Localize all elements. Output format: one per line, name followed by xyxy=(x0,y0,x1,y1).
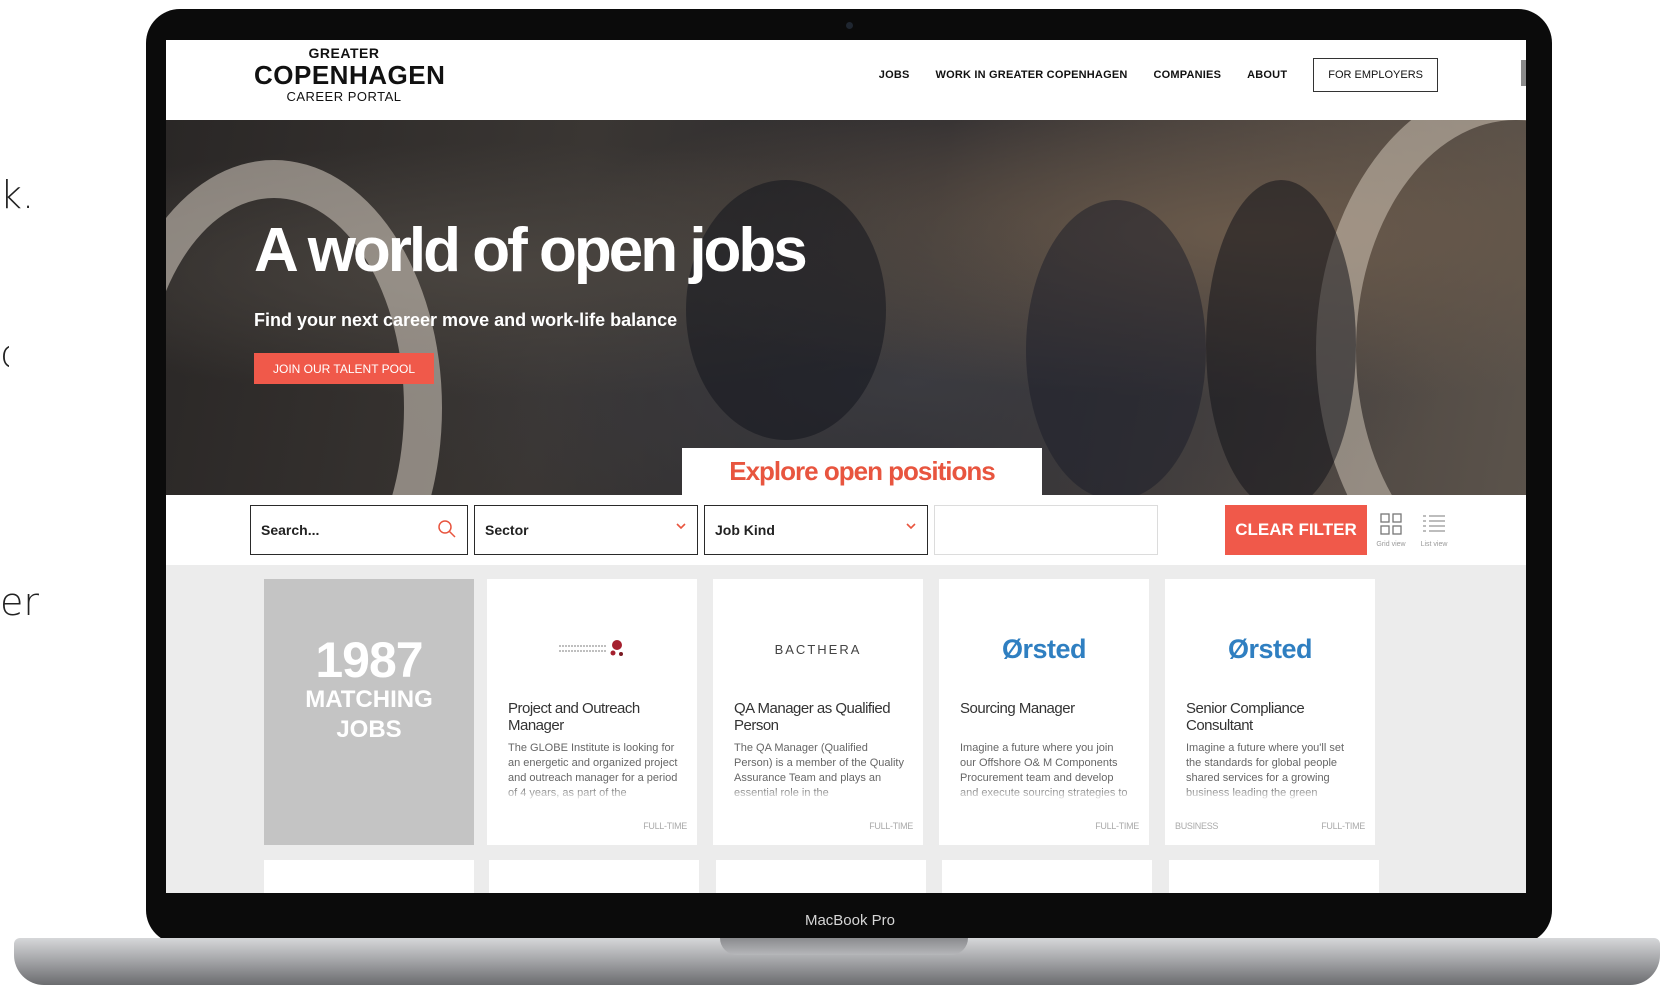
job-type-badge: FULL-TIME xyxy=(869,821,913,831)
chevron-down-icon xyxy=(906,523,916,530)
main-nav: JOBS WORK IN GREATER COPENHAGEN COMPANIE… xyxy=(879,58,1438,92)
nav-companies[interactable]: COMPANIES xyxy=(1154,69,1222,81)
hero-photo-shape xyxy=(1206,180,1356,495)
list-icon xyxy=(1423,515,1445,532)
side-text-3: er xyxy=(0,583,40,621)
university-seal-icon xyxy=(559,640,623,656)
company-logo: BACTHERA xyxy=(713,629,923,669)
job-title[interactable]: Sourcing Manager xyxy=(960,700,1130,717)
job-type-badge: FULL-TIME xyxy=(1095,821,1139,831)
list-view-toggle[interactable]: List view xyxy=(1414,513,1454,548)
for-employers-button[interactable]: FOR EMPLOYERS xyxy=(1313,58,1438,92)
hero-banner: A world of open jobs Find your next care… xyxy=(166,120,1526,495)
hero-title: A world of open jobs xyxy=(254,216,808,285)
search-placeholder: Search... xyxy=(261,522,320,538)
location-field[interactable] xyxy=(934,505,1158,555)
job-kind-select[interactable]: Job Kind xyxy=(704,505,928,555)
company-name: BACTHERA xyxy=(774,641,862,657)
job-card[interactable]: Ørsted Sourcing Manager Imagine a future… xyxy=(939,579,1149,845)
job-card[interactable]: Project and Outreach Manager The GLOBE I… xyxy=(487,579,697,845)
job-kind-label: Job Kind xyxy=(715,522,775,538)
grid-view-toggle[interactable]: Grid view xyxy=(1371,513,1411,548)
scrollbar[interactable] xyxy=(1521,60,1526,86)
job-title[interactable]: Senior Compliance Consultant xyxy=(1186,700,1356,734)
search-icon xyxy=(438,520,456,538)
nav-jobs[interactable]: JOBS xyxy=(879,69,910,81)
company-name: Ørsted xyxy=(1227,633,1313,664)
job-title[interactable]: QA Manager as Qualified Person xyxy=(734,700,904,734)
job-description: The GLOBE Institute is looking for an en… xyxy=(508,741,680,801)
chevron-down-icon xyxy=(676,523,686,530)
job-card[interactable]: BACTHERA QA Manager as Qualified Person … xyxy=(713,579,923,845)
grid-icon xyxy=(1380,513,1402,535)
job-type-badge: FULL-TIME xyxy=(1321,821,1365,831)
list-view-label: List view xyxy=(1420,541,1448,548)
company-logo: Ørsted xyxy=(1165,629,1375,669)
nav-work-in-greater-copenhagen[interactable]: WORK IN GREATER COPENHAGEN xyxy=(936,69,1128,81)
company-logo: Ørsted xyxy=(939,629,1149,669)
laptop-screen: GREATER COPENHAGEN CAREER PORTAL JOBS WO… xyxy=(166,40,1526,893)
job-card[interactable]: Ørsted Senior Compliance Consultant Imag… xyxy=(1165,579,1375,845)
job-card[interactable] xyxy=(1169,860,1379,893)
job-description: The QA Manager (Qualified Person) is a m… xyxy=(734,741,906,801)
job-sector-badge: BUSINESS xyxy=(1175,821,1219,831)
job-results-grid: 1987 MATCHING JOBS Project and Outreach … xyxy=(166,565,1526,893)
grid-view-label: Grid view xyxy=(1376,541,1406,548)
job-title[interactable]: Project and Outreach Manager xyxy=(508,700,678,734)
filter-bar: Search... Sector Job Kind CLEAR FILTER G… xyxy=(166,495,1526,565)
nav-about[interactable]: ABOUT xyxy=(1247,69,1287,81)
logo-main: COPENHAGEN xyxy=(254,60,446,90)
device-label: MacBook Pro xyxy=(804,912,896,929)
side-text-1: k. xyxy=(0,176,35,214)
laptop-notch xyxy=(720,938,968,955)
side-text-2: d xyxy=(0,335,9,373)
jobs-label: JOBS xyxy=(336,716,402,743)
hero-photo-shape xyxy=(1026,200,1206,495)
job-description: Imagine a future where you join our Offs… xyxy=(960,741,1132,801)
site-logo[interactable]: GREATER COPENHAGEN CAREER PORTAL xyxy=(254,45,446,104)
logo-top: GREATER xyxy=(308,45,380,61)
join-talent-pool-button[interactable]: JOIN OUR TALENT POOL xyxy=(254,353,434,384)
company-name: Ørsted xyxy=(1001,633,1087,664)
hero-subtitle: Find your next career move and work-life… xyxy=(254,310,678,330)
job-type-badge: FULL-TIME xyxy=(643,821,687,831)
job-description: Imagine a future where you'll set the st… xyxy=(1186,741,1358,801)
job-card[interactable] xyxy=(489,860,699,893)
job-card[interactable] xyxy=(942,860,1152,893)
job-card[interactable] xyxy=(716,860,926,893)
matching-jobs-count-card: 1987 MATCHING JOBS xyxy=(264,579,474,845)
matching-jobs-count: 1987 xyxy=(315,632,423,688)
matching-label: MATCHING xyxy=(305,686,433,713)
camera-icon xyxy=(846,22,853,29)
sector-select[interactable]: Sector xyxy=(474,505,698,555)
logo-sub: CAREER PORTAL xyxy=(286,89,402,104)
job-card[interactable] xyxy=(264,860,474,893)
clear-filter-button[interactable]: CLEAR FILTER xyxy=(1225,505,1367,555)
sector-label: Sector xyxy=(485,522,529,538)
company-logo xyxy=(487,629,697,669)
explore-heading: Explore open positions xyxy=(682,448,1042,495)
site-header: GREATER COPENHAGEN CAREER PORTAL JOBS WO… xyxy=(166,40,1526,120)
search-input[interactable]: Search... xyxy=(250,505,468,555)
